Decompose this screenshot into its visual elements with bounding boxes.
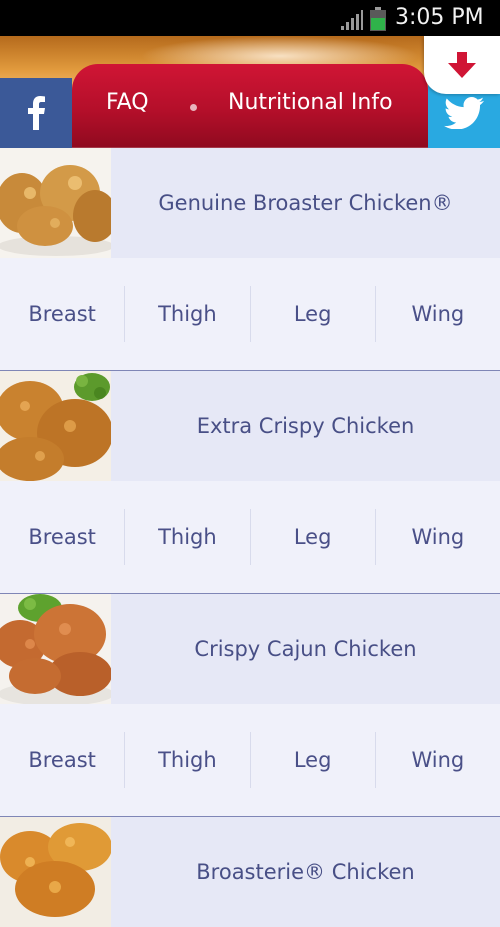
cut-thigh-button[interactable]: Thigh bbox=[125, 509, 251, 565]
nav-bar: FAQ Nutritional Info bbox=[72, 64, 428, 148]
nav-faq-link[interactable]: FAQ bbox=[106, 90, 149, 115]
cut-wing-button[interactable]: Wing bbox=[376, 509, 500, 565]
download-button[interactable] bbox=[424, 36, 500, 94]
facebook-icon bbox=[28, 96, 45, 130]
product-row-genuine-broaster[interactable]: Genuine Broaster Chicken® bbox=[0, 148, 500, 258]
product-row-crispy-cajun[interactable]: Crispy Cajun Chicken bbox=[0, 593, 500, 704]
cuts-row: Breast Thigh Leg Wing bbox=[0, 704, 500, 816]
twitter-icon bbox=[444, 97, 484, 129]
nav-nutritional-info-link[interactable]: Nutritional Info bbox=[228, 90, 393, 115]
product-thumbnail bbox=[0, 594, 111, 704]
status-bar: 3:05 PM bbox=[0, 0, 500, 36]
nav-separator-dot bbox=[190, 104, 197, 111]
product-list: Genuine Broaster Chicken® Breast Thigh L… bbox=[0, 148, 500, 927]
cut-breast-button[interactable]: Breast bbox=[0, 732, 126, 788]
cut-leg-button[interactable]: Leg bbox=[251, 286, 376, 342]
product-name: Genuine Broaster Chicken® bbox=[158, 191, 453, 215]
product-row-extra-crispy[interactable]: Extra Crispy Chicken bbox=[0, 370, 500, 481]
product-row-broasterie[interactable]: Broasterie® Chicken bbox=[0, 816, 500, 927]
cuts-row: Breast Thigh Leg Wing bbox=[0, 258, 500, 370]
cut-breast-button[interactable]: Breast bbox=[0, 509, 126, 565]
cut-leg-button[interactable]: Leg bbox=[251, 509, 376, 565]
product-thumbnail bbox=[0, 371, 111, 481]
facebook-button[interactable] bbox=[0, 78, 72, 148]
cuts-row: Breast Thigh Leg Wing bbox=[0, 481, 500, 593]
status-time: 3:05 PM bbox=[395, 5, 484, 30]
product-thumbnail bbox=[0, 148, 111, 258]
cut-thigh-button[interactable]: Thigh bbox=[125, 732, 251, 788]
cut-leg-button[interactable]: Leg bbox=[251, 732, 376, 788]
product-name: Broasterie® Chicken bbox=[196, 860, 415, 884]
down-arrow-icon bbox=[448, 52, 476, 78]
header: FAQ Nutritional Info bbox=[0, 36, 500, 148]
battery-icon bbox=[370, 7, 386, 31]
cut-thigh-button[interactable]: Thigh bbox=[125, 286, 251, 342]
cut-wing-button[interactable]: Wing bbox=[376, 286, 500, 342]
product-thumbnail bbox=[0, 817, 111, 927]
cut-wing-button[interactable]: Wing bbox=[376, 732, 500, 788]
product-name: Crispy Cajun Chicken bbox=[194, 637, 417, 661]
product-name: Extra Crispy Chicken bbox=[196, 414, 415, 438]
signal-bars-icon bbox=[341, 10, 363, 30]
cut-breast-button[interactable]: Breast bbox=[0, 286, 126, 342]
